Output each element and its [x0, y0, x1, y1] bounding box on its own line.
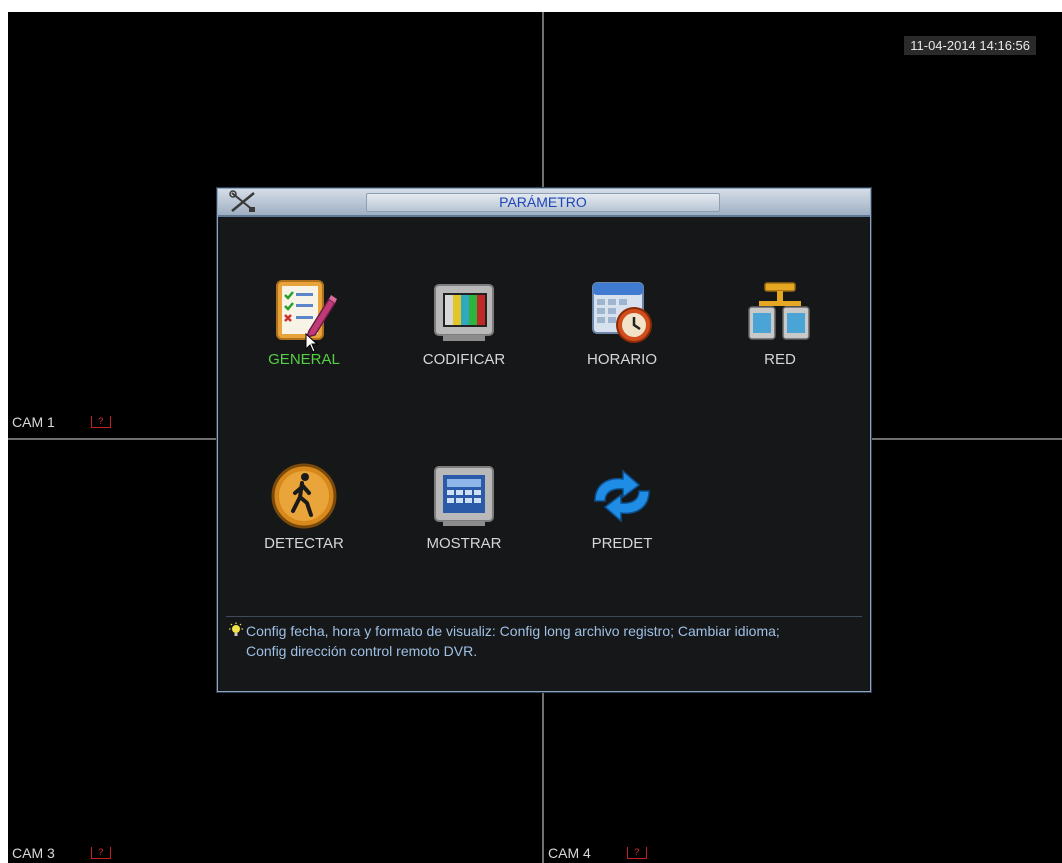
menu-item-label: DETECTAR — [264, 535, 344, 552]
menu-item-mostrar[interactable]: MOSTRAR — [394, 461, 534, 552]
camera-name: CAM 1 — [12, 414, 55, 430]
menu-item-label: HORARIO — [586, 351, 657, 368]
hint-separator — [226, 616, 862, 617]
lightbulb-icon — [229, 622, 243, 636]
datetime-display: 11-04-2014 14:16:56 — [904, 36, 1036, 55]
menu-item-label: RED — [764, 351, 796, 368]
general-checklist-icon — [276, 280, 337, 340]
hint-line-2: Config dirección control remoto DVR. — [246, 643, 478, 659]
encode-tv-icon — [434, 284, 494, 341]
camera-label-4: CAM 4 ? — [548, 845, 647, 861]
mouse-cursor-icon — [305, 333, 319, 353]
hint-line-1: Config fecha, hora y formato de visualiz… — [246, 623, 780, 639]
menu-item-general[interactable]: GENERAL — [234, 277, 374, 368]
record-indicator-icon: ? — [90, 847, 111, 859]
hint-text: Config fecha, hora y formato de visualiz… — [228, 621, 858, 661]
dialog-title: PARÁMETRO — [366, 193, 720, 212]
menu-item-codificar[interactable]: CODIFICAR — [394, 277, 534, 368]
display-monitor-icon — [434, 466, 494, 526]
menu-item-horario[interactable]: HORARIO — [552, 277, 692, 368]
left-border — [0, 0, 8, 863]
menu-item-predet[interactable]: PREDET — [552, 461, 692, 552]
default-refresh-icon — [594, 469, 650, 523]
detect-person-icon — [271, 463, 337, 529]
menu-item-label: MOSTRAR — [426, 535, 502, 552]
menu-item-red[interactable]: RED — [710, 277, 850, 368]
dialog-titlebar: PARÁMETRO — [218, 189, 870, 217]
menu-item-label: GENERAL — [268, 351, 340, 368]
schedule-calendar-clock-icon — [592, 282, 652, 343]
dvr-screen: 11-04-2014 14:16:56 CAM 1 ? CAM 3 ? CAM … — [0, 0, 1062, 863]
camera-name: CAM 3 — [12, 845, 55, 861]
tools-icon — [229, 190, 255, 212]
menu-item-label: PREDET — [591, 535, 653, 552]
camera-label-1: CAM 1 ? — [12, 414, 111, 430]
network-icon — [748, 282, 810, 340]
menu-item-detectar[interactable]: DETECTAR — [234, 461, 374, 552]
record-indicator-icon: ? — [626, 847, 647, 859]
camera-label-3: CAM 3 ? — [12, 845, 111, 861]
parameter-dialog: PARÁMETRO GENERAL CODIFICAR HORARIO RED … — [217, 188, 871, 692]
record-indicator-icon: ? — [90, 416, 111, 428]
camera-name: CAM 4 — [548, 845, 591, 861]
top-border — [0, 0, 1062, 12]
menu-item-label: CODIFICAR — [422, 351, 506, 368]
